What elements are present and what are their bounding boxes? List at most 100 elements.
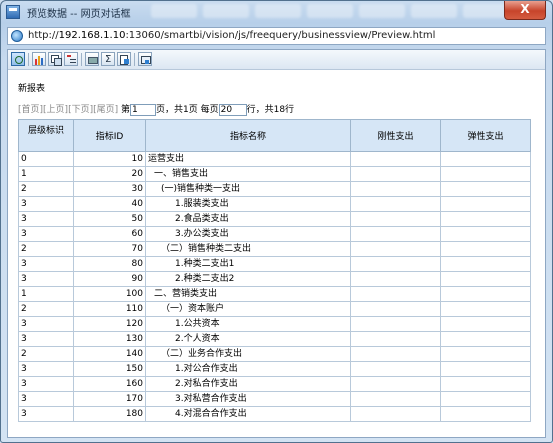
- first-page-link[interactable]: [首页]: [18, 105, 43, 115]
- table-row: 3 120 1.公共资本: [18, 316, 531, 332]
- rows-per-page-input[interactable]: [218, 104, 247, 116]
- table-row: 3 40 1.服装类支出: [18, 196, 531, 212]
- cell-rigid: [350, 376, 441, 392]
- pager: [首页][上页][下页][尾页] 第 页，共1页 每页 行，共18行: [18, 104, 294, 116]
- table-row: 2 110 （一）资本账户: [18, 301, 531, 317]
- cell-elastic: [440, 211, 531, 227]
- cell-elastic: [440, 166, 531, 182]
- cell-elastic: [440, 226, 531, 242]
- column-header-name[interactable]: 指标名称: [145, 119, 351, 152]
- rows-suffix: 行，共18行: [246, 105, 295, 115]
- cell-level: 3: [18, 376, 74, 392]
- close-button[interactable]: X: [504, 1, 546, 20]
- cell-level: 2: [18, 346, 74, 362]
- cell-name: 4.对混合合作支出: [145, 406, 351, 422]
- cell-rigid: [350, 406, 441, 422]
- cell-elastic: [440, 331, 531, 347]
- cell-elastic: [440, 346, 531, 362]
- print-icon[interactable]: [85, 52, 99, 66]
- prev-page-link[interactable]: [上页]: [43, 105, 68, 115]
- column-header-rigid[interactable]: 刚性支出: [350, 119, 441, 152]
- cell-id: 170: [73, 391, 146, 407]
- table-row: 1 20 一、销售支出: [18, 166, 531, 182]
- cell-name: 1.对公合作支出: [145, 361, 351, 377]
- cell-name: 2.种类二支出2: [145, 271, 351, 287]
- cell-level: 2: [18, 241, 74, 257]
- cell-elastic: [440, 406, 531, 422]
- page-prefix: 第: [121, 105, 131, 115]
- cell-rigid: [350, 181, 441, 197]
- cell-level: 2: [18, 181, 74, 197]
- column-header-id[interactable]: 指标ID: [73, 119, 146, 152]
- cell-name: 3.对私营合作支出: [145, 391, 351, 407]
- cell-name: 运营支出: [145, 151, 351, 167]
- table-row: 1 100 二、营销类支出: [18, 286, 531, 302]
- data-table: 层级标识 指标ID 指标名称 刚性支出 弹性支出 0 10 运营支出 1 20 一、销售支…: [18, 119, 531, 422]
- next-page-link[interactable]: [下页]: [68, 105, 93, 115]
- cell-elastic: [440, 271, 531, 287]
- table-row: 3 150 1.对公合作支出: [18, 361, 531, 377]
- dialog-window: 预览数据 -- 网页对话框 X http://192.168.1.10:1306…: [0, 0, 553, 443]
- report-content: Σ 新报表 [首页][上页][下页][尾页] 第 页，共1页 每页 行，共18行: [7, 49, 546, 438]
- cell-rigid: [350, 256, 441, 272]
- cell-level: 1: [18, 286, 74, 302]
- cell-rigid: [350, 151, 441, 167]
- column-header-level[interactable]: 层级标识: [18, 119, 74, 152]
- title-bar[interactable]: 预览数据 -- 网页对话框 X: [1, 1, 552, 23]
- cell-id: 90: [73, 271, 146, 287]
- cell-name: 1.服装类支出: [145, 196, 351, 212]
- background-taskbar-blur: [151, 4, 509, 20]
- table-row: 3 170 3.对私营合作支出: [18, 391, 531, 407]
- cell-id: 110: [73, 301, 146, 317]
- tree-icon[interactable]: [64, 52, 78, 66]
- table-row: 0 10 运营支出: [18, 151, 531, 167]
- address-url: http://192.168.1.10:13060/smartbi/vision…: [28, 30, 436, 41]
- cell-level: 3: [18, 331, 74, 347]
- cell-name: （二）业务合作支出: [145, 346, 351, 362]
- cell-rigid: [350, 361, 441, 377]
- cell-level: 2: [18, 301, 74, 317]
- cell-rigid: [350, 316, 441, 332]
- cell-elastic: [440, 361, 531, 377]
- cell-id: 120: [73, 316, 146, 332]
- cell-id: 10: [73, 151, 146, 167]
- cell-name: 2.食品类支出: [145, 211, 351, 227]
- chart-icon[interactable]: [32, 52, 46, 66]
- page-suffix: 页，共1页 每页: [156, 105, 219, 115]
- sum-icon[interactable]: Σ: [101, 52, 115, 66]
- cell-elastic: [440, 301, 531, 317]
- page-number-input[interactable]: [130, 104, 157, 116]
- cell-elastic: [440, 286, 531, 302]
- export-icon[interactable]: [117, 52, 131, 66]
- cell-name: （二）销售种类二支出: [145, 241, 351, 257]
- cell-id: 20: [73, 166, 146, 182]
- table-row: 3 50 2.食品类支出: [18, 211, 531, 227]
- cell-rigid: [350, 241, 441, 257]
- table-row: 3 90 2.种类二支出2: [18, 271, 531, 287]
- toolbar-separator: [134, 53, 135, 66]
- copy-icon[interactable]: [48, 52, 62, 66]
- move-icon[interactable]: [138, 52, 152, 66]
- table-row: 3 130 2.个人资本: [18, 331, 531, 347]
- cell-name: 2.个人资本: [145, 331, 351, 347]
- toolbar-separator: [81, 53, 82, 66]
- refresh-icon[interactable]: [11, 52, 25, 66]
- cell-rigid: [350, 286, 441, 302]
- cell-id: 180: [73, 406, 146, 422]
- cell-name: 2.对私合作支出: [145, 376, 351, 392]
- cell-level: 0: [18, 151, 74, 167]
- column-header-elastic[interactable]: 弹性支出: [440, 119, 531, 152]
- cell-elastic: [440, 256, 531, 272]
- cell-level: 3: [18, 316, 74, 332]
- cell-rigid: [350, 226, 441, 242]
- cell-id: 30: [73, 181, 146, 197]
- cell-id: 40: [73, 196, 146, 212]
- cell-rigid: [350, 346, 441, 362]
- ie-page-icon: [11, 30, 23, 42]
- table-row: 3 80 1.种类二支出1: [18, 256, 531, 272]
- report-title: 新报表: [18, 84, 46, 94]
- last-page-link[interactable]: [尾页]: [93, 105, 118, 115]
- cell-rigid: [350, 166, 441, 182]
- cell-level: 3: [18, 256, 74, 272]
- cell-id: 140: [73, 346, 146, 362]
